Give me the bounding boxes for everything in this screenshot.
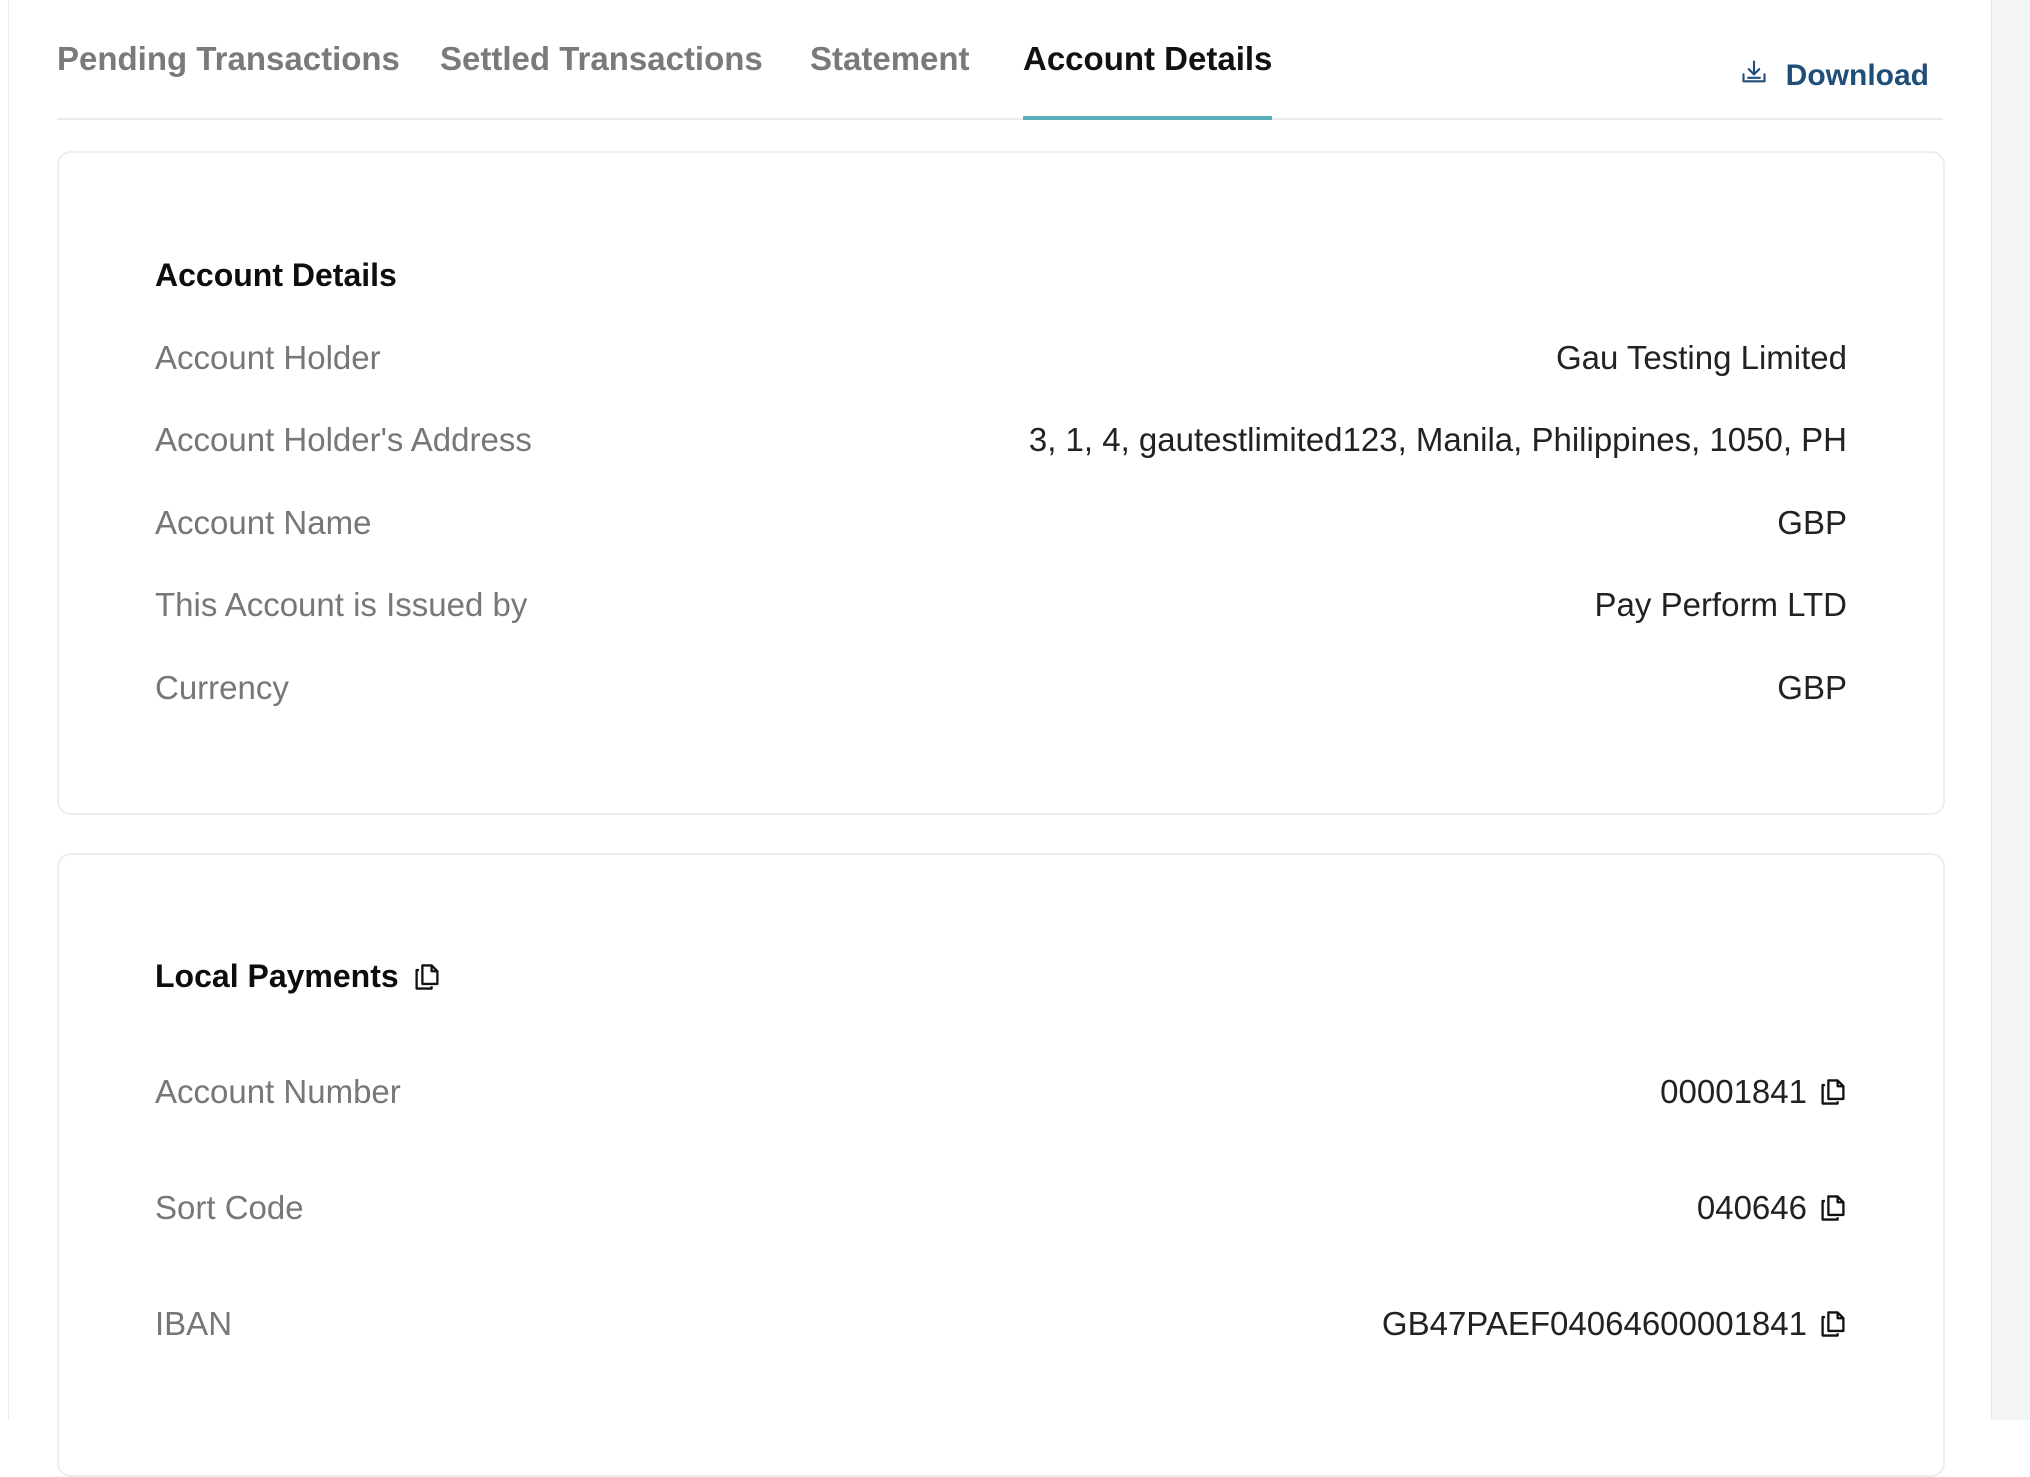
payment-value: 00001841 (1660, 1073, 1847, 1111)
detail-value: Pay Perform LTD (1594, 586, 1847, 623)
detail-row: Currency GBP (155, 669, 1847, 713)
detail-label: Account Name (155, 504, 372, 541)
payment-row: IBAN GB47PAEF04064600001841 (155, 1305, 1847, 1349)
payment-value: 040646 (1697, 1189, 1847, 1227)
detail-row: This Account is Issued by Pay Perform LT… (155, 586, 1847, 630)
payment-row: Sort Code 040646 (155, 1189, 1847, 1233)
account-details-card: Account Details Account Holder Gau Testi… (57, 151, 1945, 815)
detail-value: 3, 1, 4, gautestlimited123, Manila, Phil… (1028, 421, 1847, 458)
detail-label: Account Holder (155, 339, 381, 376)
payment-value-text: 00001841 (1660, 1073, 1807, 1110)
local-payments-card: Local Payments Account Number 00001841 S… (57, 853, 1945, 1477)
local-payments-title-text: Local Payments (155, 958, 399, 994)
scrollbar-track[interactable] (1991, 0, 2030, 1420)
detail-value: GBP (1777, 669, 1847, 706)
account-details-title: Account Details (155, 257, 397, 293)
detail-label: This Account is Issued by (155, 586, 528, 623)
download-label: Download (1785, 59, 1929, 92)
detail-label: Currency (155, 669, 289, 706)
copy-icon[interactable] (413, 962, 441, 992)
tab-bar: Pending Transactions Settled Transaction… (57, 0, 1943, 120)
payment-row: Account Number 00001841 (155, 1073, 1847, 1117)
copy-icon[interactable] (1819, 1193, 1847, 1223)
page: Pending Transactions Settled Transaction… (0, 0, 1990, 1477)
copy-icon[interactable] (1819, 1077, 1847, 1107)
detail-value: Gau Testing Limited (1555, 339, 1847, 376)
detail-row: Account Holder Gau Testing Limited (155, 339, 1847, 383)
payment-label: Account Number (155, 1073, 401, 1110)
payment-label: IBAN (155, 1305, 233, 1342)
tab-statement[interactable]: Statement (810, 40, 970, 118)
download-icon (1740, 58, 1768, 94)
left-edge-divider (0, 0, 9, 1420)
payment-value-text: GB47PAEF04064600001841 (1381, 1305, 1807, 1342)
tab-settled-transactions[interactable]: Settled Transactions (440, 40, 763, 118)
download-button[interactable]: Download (1740, 58, 1929, 94)
copy-icon[interactable] (1819, 1309, 1847, 1339)
payment-value-text: 040646 (1696, 1189, 1807, 1226)
payment-value: GB47PAEF04064600001841 (1382, 1305, 1847, 1343)
detail-row: Account Holder's Address 3, 1, 4, gautes… (155, 421, 1847, 465)
detail-value: GBP (1777, 504, 1847, 541)
tab-account-details[interactable]: Account Details (1023, 40, 1273, 120)
local-payments-title: Local Payments (155, 958, 441, 995)
payment-label: Sort Code (155, 1189, 304, 1226)
detail-label: Account Holder's Address (155, 421, 532, 458)
detail-row: Account Name GBP (155, 504, 1847, 548)
tab-pending-transactions[interactable]: Pending Transactions (57, 40, 400, 118)
